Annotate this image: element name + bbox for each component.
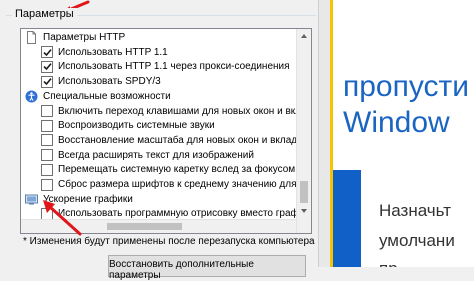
background-text-line3: Назначьт [379,201,451,220]
horizontal-scrollbar[interactable] [21,219,296,233]
settings-option[interactable]: Использовать HTTP 1.1 [41,45,168,60]
settings-category: Ускорение графики [25,192,133,207]
option-label: Воспроизводить системные звуки [58,120,215,132]
checkbox-unchecked[interactable] [41,163,53,176]
category-label: Ускорение графики [43,193,133,205]
group-title: Параметры [12,8,77,20]
option-label: Использовать HTTP 1.1 [58,46,168,58]
option-label: Включить переход клавишами для новых око… [58,105,312,117]
option-label: Восстановление масштаба для новых окон и… [58,134,308,146]
restart-note: * Изменения будут применены после переза… [23,236,315,247]
option-label: Сброс размера шрифтов к среднему значени… [58,179,305,190]
internet-options-dialog: Параметры Параметры HTTP Использовать HTT… [0,0,318,281]
settings-option[interactable]: Всегда расширять текст для изображений [41,148,254,163]
category-label: Специальные возможности [43,90,171,102]
checkbox-checked[interactable] [41,60,53,73]
background-text-line4: умолчани [379,231,455,250]
accessibility-icon [25,90,38,103]
background-heading-line2: Window [343,106,450,139]
settings-option[interactable]: Использовать HTTP 1.1 через прокси-соеди… [41,59,290,74]
file-icon [25,31,38,44]
settings-option[interactable]: Включить переход клавишами для новых око… [41,104,312,119]
checkbox-unchecked[interactable] [41,119,53,132]
background-heading-line1: пропусти [343,70,470,103]
horizontal-scroll-thumb[interactable] [107,223,182,230]
option-label: Использовать SPDY/3 [58,76,161,88]
checkbox-unchecked[interactable] [41,105,53,117]
settings-option[interactable]: Сброс размера шрифтов к среднему значени… [41,177,305,192]
graphics-icon [25,193,38,206]
checkbox-unchecked[interactable] [41,149,53,162]
checkbox-checked[interactable] [41,46,53,59]
option-label: Использовать HTTP 1.1 через прокси-соеди… [58,61,290,73]
settings-option[interactable]: Восстановление масштаба для новых окон и… [41,133,307,148]
settings-option[interactable]: Перемещать системную каретку вслед за фо… [41,162,304,177]
option-label: Использовать программную отрисовку вмест… [58,208,310,220]
settings-option[interactable]: Использовать SPDY/3 [41,74,161,89]
vertical-scrollbar[interactable] [296,29,311,233]
checkbox-unchecked[interactable] [41,134,53,147]
restore-advanced-settings-button[interactable]: Восстановить дополнительные параметры [108,255,306,281]
settings-option[interactable]: Воспроизводить системные звуки [41,118,215,133]
settings-list[interactable]: Параметры HTTP Использовать HTTP 1.1 Испол… [20,28,312,234]
category-label: Параметры HTTP [43,32,126,43]
background-window: пропусти Window Назначьт умолчани пр.... [333,0,474,267]
background-text-line5: пр.... [379,259,417,267]
vertical-scroll-thumb[interactable] [300,181,308,203]
option-label: Перемещать системную каретку вслед за фо… [58,164,304,176]
checkbox-checked[interactable] [41,75,53,88]
scroll-up-arrow-icon[interactable] [300,32,308,40]
checkbox-unchecked[interactable] [41,178,53,191]
background-blue-tile [333,170,361,267]
scroll-down-arrow-icon[interactable] [300,207,308,215]
settings-category: Специальные возможности [25,89,171,104]
settings-category: Параметры HTTP [25,30,125,45]
option-label: Всегда расширять текст для изображений [58,149,254,161]
